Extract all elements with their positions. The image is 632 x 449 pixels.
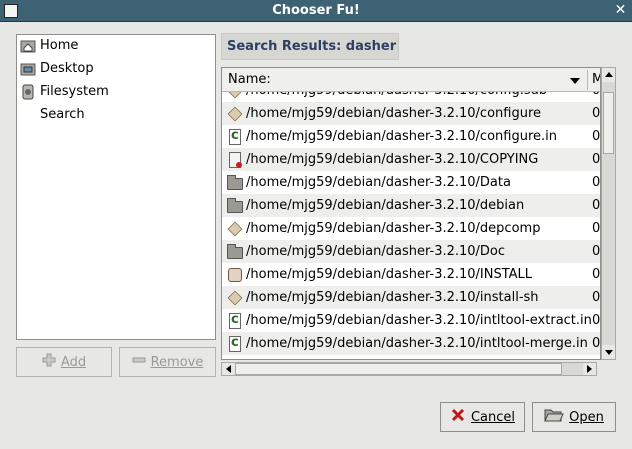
arrow-down-icon [605,350,613,355]
file-row[interactable]: /home/mjg59/debian/dasher-3.2.10/INSTALL… [222,263,601,286]
drive-icon [20,84,36,100]
place-label: Search [40,107,85,122]
remove-label: Remove [150,354,204,370]
source-file-icon [227,312,243,329]
file-row[interactable]: /home/mjg59/debian/dasher-3.2.10/configu… [222,102,601,125]
file-row[interactable]: /home/mjg59/debian/dasher-3.2.10/debian 0 [222,194,601,217]
script-file-icon [227,106,243,122]
script-file-icon [227,92,243,99]
file-name: /home/mjg59/debian/dasher-3.2.10/configu… [246,129,557,144]
scroll-right-button[interactable] [583,363,596,375]
file-rows: /home/mjg59/debian/dasher-3.2.10/config.… [222,92,601,359]
folder-icon [227,197,243,214]
folder-icon [227,243,243,260]
folder-icon [227,174,243,191]
file-name: /home/mjg59/debian/dasher-3.2.10/install… [246,290,539,305]
search-results-header: Search Results: dasher [221,33,399,60]
column-header-name[interactable]: Name: [222,68,592,92]
file-name: /home/mjg59/debian/dasher-3.2.10/COPYING [246,152,539,167]
file-name: /home/mjg59/debian/dasher-3.2.10/Data [246,175,511,190]
file-name: /home/mjg59/debian/dasher-3.2.10/intltoo… [246,336,588,351]
file-modified: 0 [592,198,601,213]
open-button[interactable]: Open [532,402,616,432]
place-item-filesystem[interactable]: Filesystem [20,81,109,103]
file-row[interactable]: /home/mjg59/debian/dasher-3.2.10/intltoo… [222,332,601,355]
file-modified: 0 [592,336,601,351]
file-name: /home/mjg59/debian/dasher-3.2.10/Doc [246,244,506,259]
column-name-label: Name: [228,72,271,87]
file-row[interactable]: /home/mjg59/debian/dasher-3.2.10/intltoo… [222,309,601,332]
desktop-icon [20,61,36,77]
file-modified: 0 [592,290,601,305]
file-name: /home/mjg59/debian/dasher-3.2.10/config.… [246,92,593,98]
file-name: /home/mjg59/debian/dasher-3.2.10/debian [246,198,525,213]
file-name: /home/mjg59/debian/dasher-3.2.10/intltoo… [246,313,592,328]
file-name: /home/mjg59/debian/dasher-3.2.10/configu… [246,106,542,121]
add-label: Add [60,354,87,370]
title-bar[interactable]: Chooser Fu! ✕ [0,0,632,22]
file-row[interactable]: /home/mjg59/debian/dasher-3.2.10/install… [222,286,601,309]
file-row[interactable]: /home/mjg59/debian/dasher-3.2.10/COPYING… [222,148,601,171]
place-label: Home [40,38,79,53]
plus-icon [42,353,56,371]
close-icon[interactable]: ✕ [613,3,628,18]
vertical-scroll-thumb[interactable] [603,92,614,154]
vertical-scrollbar[interactable] [601,67,616,360]
file-modified: 0 [592,152,601,167]
file-modified: 0 [592,106,601,121]
place-label: Desktop [40,61,94,76]
arrow-right-icon [587,365,592,373]
script-file-icon [227,290,243,306]
file-row[interactable]: /home/mjg59/debian/dasher-3.2.10/depcomp… [222,217,601,240]
script-file-icon [227,221,243,237]
sort-down-icon [570,78,580,84]
horizontal-scrollbar[interactable] [221,362,597,376]
file-row[interactable]: /home/mjg59/debian/dasher-3.2.10/Doc 0 [222,240,601,263]
file-modified: 0 [592,267,601,282]
column-separator[interactable] [587,70,588,90]
file-list[interactable]: Name: M /home/mjg59/debian/dasher-3.2.10… [221,67,601,360]
open-folder-icon [544,407,564,427]
place-item-search[interactable]: Search [20,104,85,126]
home-folder-icon [20,38,36,54]
file-row[interactable]: /home/mjg59/debian/dasher-3.2.10/config.… [222,92,600,102]
source-file-icon [227,335,243,352]
file-name: /home/mjg59/debian/dasher-3.2.10/INSTALL [246,267,533,282]
column-header-modified[interactable]: M [592,68,600,92]
file-row[interactable]: /home/mjg59/debian/dasher-3.2.10/configu… [222,125,601,148]
arrow-left-icon [226,365,231,373]
places-panel: Home Desktop Filesystem Search [16,34,216,340]
scroll-down-button[interactable] [602,345,615,359]
file-name: /home/mjg59/debian/dasher-3.2.10/depcomp [246,221,541,236]
place-item-desktop[interactable]: Desktop [20,58,94,80]
file-modified: 0 [592,92,600,98]
add-button[interactable]: Add [16,347,112,377]
cancel-icon [450,407,466,427]
file-modified: 0 [592,244,601,259]
scroll-left-button[interactable] [222,363,235,375]
file-modified: 0 [592,221,601,236]
file-modified: 0 [592,129,601,144]
open-label: Open [569,409,604,425]
place-item-home[interactable]: Home [20,35,78,57]
place-label: Filesystem [40,84,109,99]
window-title: Chooser Fu! [272,3,360,18]
remove-button[interactable]: Remove [119,347,216,377]
horizontal-scroll-thumb[interactable] [235,363,562,375]
source-file-icon [227,128,243,145]
file-modified: 0 [592,313,601,328]
text-file-icon [227,151,243,168]
cancel-button[interactable]: Cancel [440,402,525,432]
cancel-label: Cancel [470,409,516,425]
scroll-up-button[interactable] [602,68,615,82]
file-row[interactable]: /home/mjg59/debian/dasher-3.2.10/Data 0 [222,171,601,194]
minus-icon [132,353,146,371]
install-file-icon [227,267,243,283]
file-modified: 0 [592,175,601,190]
arrow-up-icon [605,72,613,77]
